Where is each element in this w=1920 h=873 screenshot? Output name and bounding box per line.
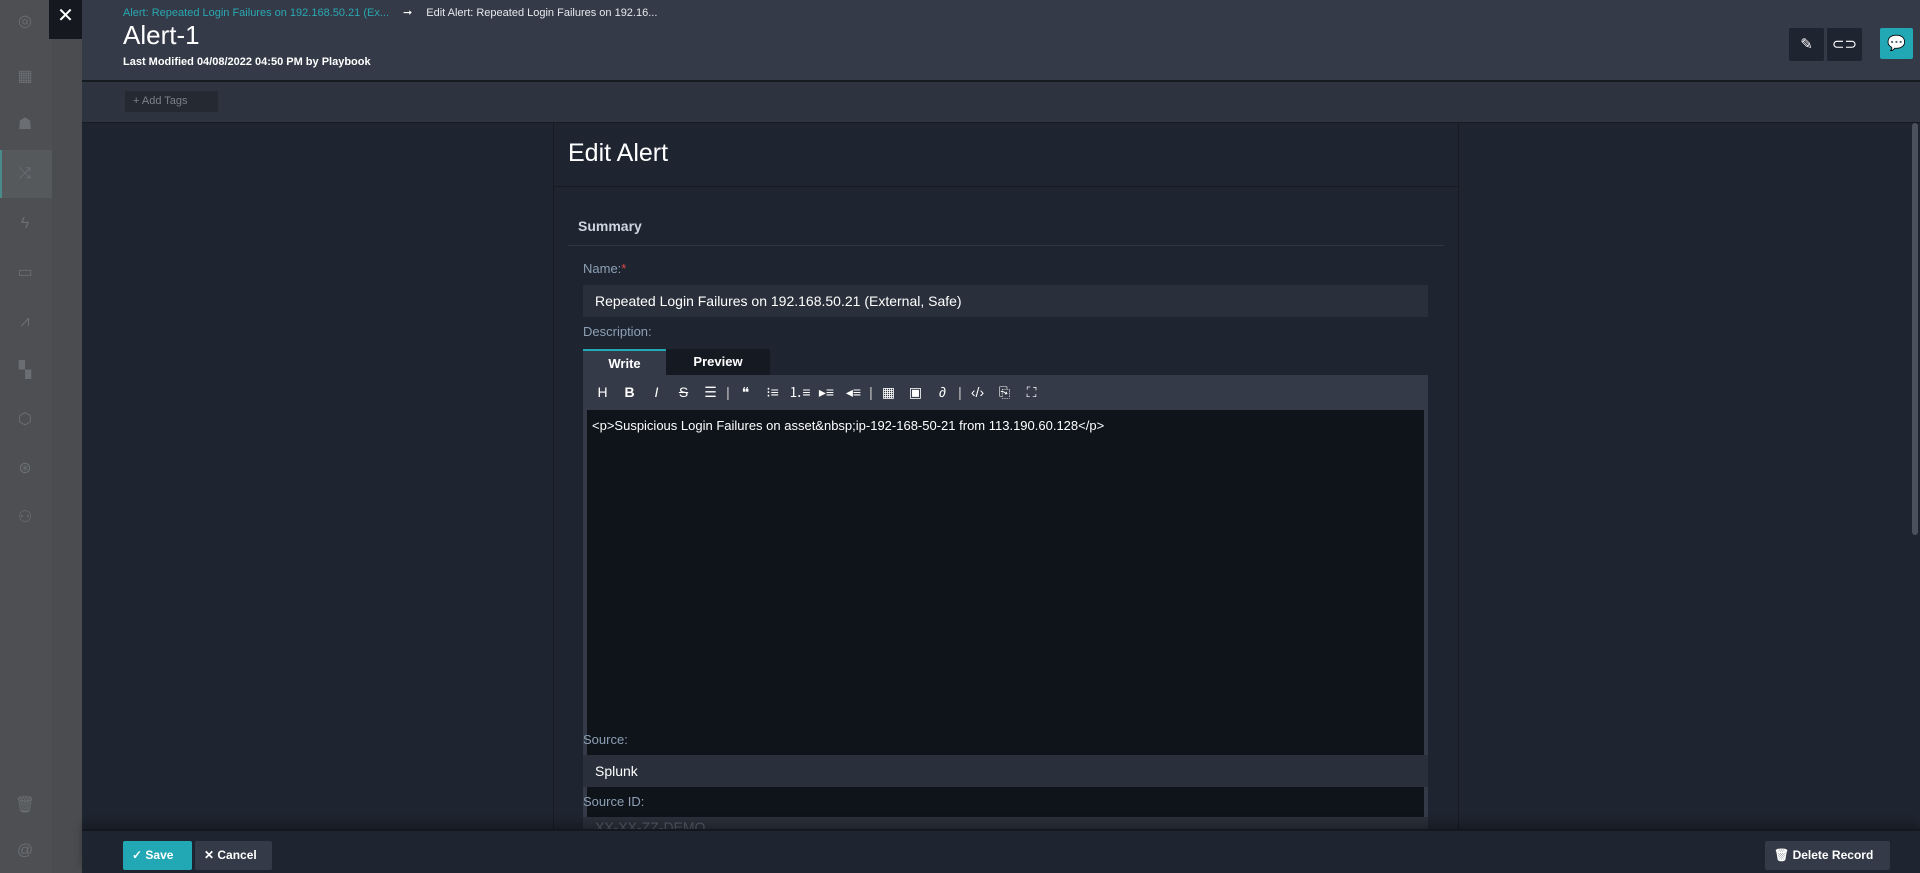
check-icon: ✓ [132, 848, 146, 862]
record-header: Alert: Repeated Login Failures on 192.16… [82, 0, 1920, 82]
trash-icon: 🗑 [1774, 848, 1793, 862]
link-button[interactable]: ⊂⊃ [1827, 28, 1862, 61]
separator: | [958, 384, 962, 400]
tab-write[interactable]: Write [583, 349, 666, 375]
teams-icon: ☗ [17, 116, 33, 133]
trash-icon: 🗑 [14, 797, 36, 814]
edit-button[interactable]: ✎ [1789, 28, 1824, 61]
scrollbar[interactable] [1912, 123, 1918, 535]
name-label: Name:* [583, 261, 627, 276]
tags-bar: + Add Tags [82, 82, 1920, 123]
close-icon[interactable]: ✕ [49, 0, 82, 39]
save-button[interactable]: ✓ Save [123, 841, 192, 870]
dashboard-icon: ▦ [17, 68, 33, 85]
briefcase-icon: ▭ [17, 264, 33, 281]
arrow-right-icon: ➞ [403, 7, 413, 19]
source-view-icon[interactable]: ⎘ [991, 384, 1018, 401]
panel-title: Edit Alert [554, 123, 1458, 187]
source-input[interactable]: Splunk [583, 755, 1428, 787]
at-icon: @ [16, 842, 34, 859]
lifebuoy-icon: ⊛ [18, 460, 32, 477]
users-icon: ⚇ [17, 509, 33, 526]
divider [568, 245, 1444, 246]
app-logo-icon: ◎ [18, 13, 32, 30]
editor-toolbar: H B I S ☰ | ❝ ⁝≡ ⒈≡ ▸≡ ◂≡ | ▦ ▣ ∂ | ‹/› ⎘ ⛶ [583, 375, 1428, 410]
chart-icon: ⩘ [20, 313, 30, 330]
description-label: Description: [583, 324, 652, 339]
outdent-icon[interactable]: ◂≡ [840, 384, 867, 401]
separator: | [869, 384, 873, 400]
numbered-list-icon[interactable]: ⒈≡ [786, 382, 813, 402]
lightning-icon: ϟ [20, 215, 30, 232]
breadcrumb: Alert: Repeated Login Failures on 192.16… [123, 6, 657, 19]
separator: | [726, 384, 730, 400]
indent-icon[interactable]: ▸≡ [813, 384, 840, 401]
breadcrumb-parent-link[interactable]: Alert: Repeated Login Failures on 192.16… [123, 7, 389, 19]
shuffle-icon: ⤨ [18, 165, 32, 182]
source-id-input[interactable]: XX-XX-ZZ-DEMO [583, 817, 1428, 829]
bullet-list-icon[interactable]: ⁝≡ [759, 384, 786, 401]
italic-icon[interactable]: I [643, 384, 670, 400]
code-icon[interactable]: ‹/› [964, 384, 991, 400]
heading-icon[interactable]: H [589, 384, 616, 400]
image-icon[interactable]: ▣ [902, 384, 929, 401]
dimmed-app-sidebar: ◎ ▦ ☗ ⤨ ϟ ▭ ⩘ ▚ ⬡ ⊛ ⚇ 🗑 @ [0, 0, 82, 873]
hexagon-icon: ⬡ [18, 411, 32, 428]
comments-button[interactable]: 💬 [1880, 28, 1913, 59]
strikethrough-icon[interactable]: S [670, 384, 697, 400]
bold-icon[interactable]: B [616, 384, 643, 400]
source-label: Source: [583, 732, 628, 747]
page-title: Alert-1 [123, 20, 200, 50]
footer-bar: ✓ Save ✕ Cancel 🗑 Delete Record [82, 829, 1920, 873]
quote-icon[interactable]: ❝ [732, 384, 759, 401]
last-modified: Last Modified 04/08/2022 04:50 PM by Pla… [123, 56, 371, 68]
horizontal-rule-icon[interactable]: ☰ [697, 384, 724, 401]
x-icon: ✕ [204, 848, 218, 862]
section-summary: Summary [578, 218, 642, 234]
edit-alert-panel: Edit Alert Summary Name:* Repeated Login… [553, 123, 1459, 846]
link-icon[interactable]: ∂ [929, 384, 956, 400]
breadcrumb-current: Edit Alert: Repeated Login Failures on 1… [426, 7, 658, 19]
tab-preview[interactable]: Preview [666, 349, 770, 375]
apps-icon: ▚ [18, 362, 32, 379]
source-id-label: Source ID: [583, 794, 645, 809]
table-icon[interactable]: ▦ [875, 384, 902, 401]
fullscreen-icon[interactable]: ⛶ [1018, 384, 1045, 401]
add-tags-button[interactable]: + Add Tags [125, 91, 218, 112]
name-input[interactable]: Repeated Login Failures on 192.168.50.21… [583, 285, 1428, 317]
cancel-button[interactable]: ✕ Cancel [195, 841, 272, 870]
delete-record-button[interactable]: 🗑 Delete Record [1765, 841, 1890, 870]
